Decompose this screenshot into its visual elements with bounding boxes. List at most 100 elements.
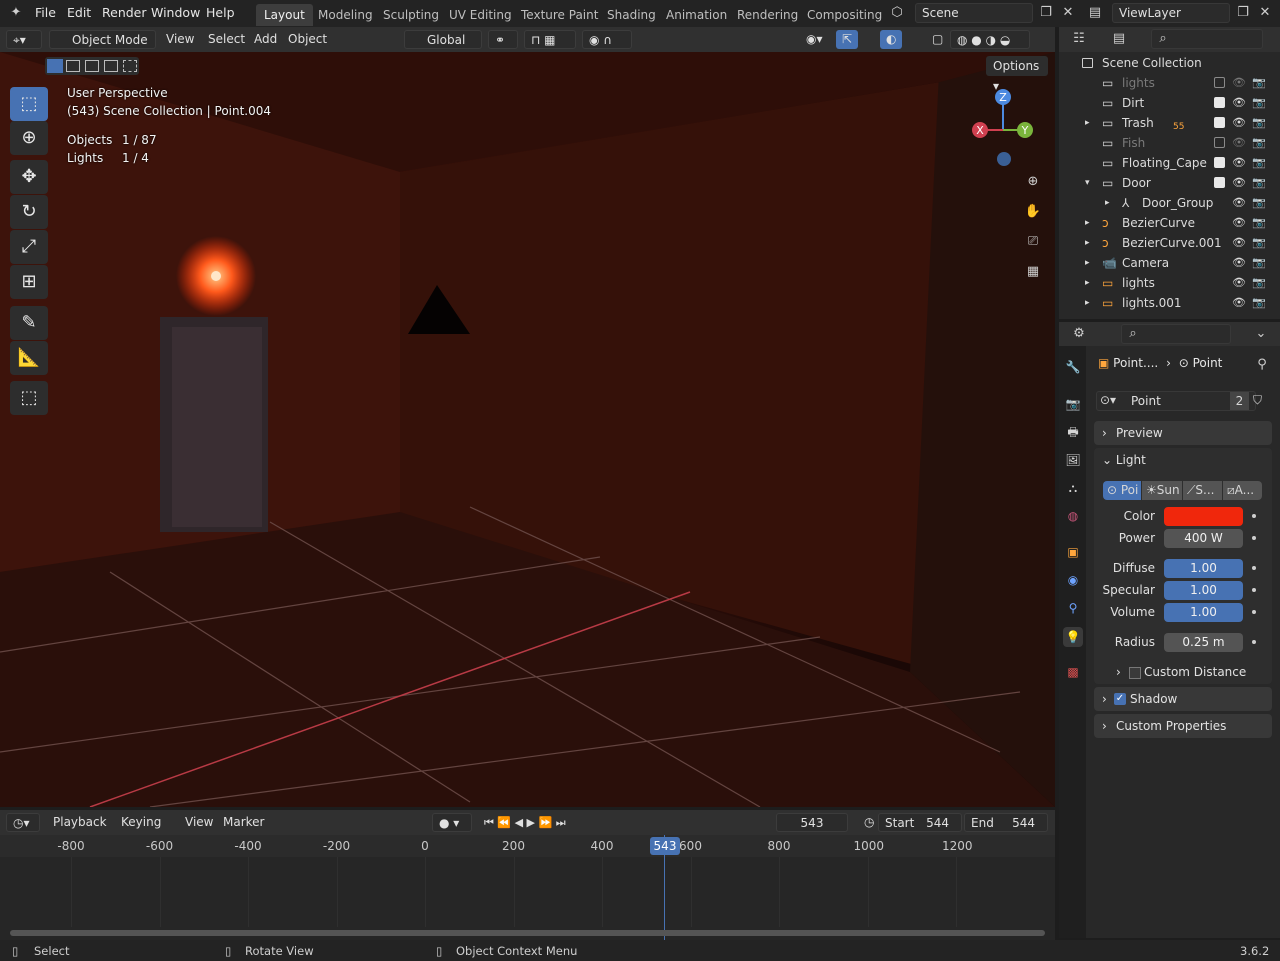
visibility-eye-icon[interactable]: 👁	[1232, 176, 1246, 189]
expand-arrow-icon[interactable]: ▸	[1085, 298, 1090, 308]
exclude-checkbox[interactable]	[1214, 97, 1225, 108]
add-cube-tool-icon[interactable]: ⬚	[10, 381, 48, 415]
menu-select[interactable]: Select	[202, 30, 251, 49]
outliner-row[interactable]: ▭ Floating_Cape 👁 📷	[1059, 153, 1280, 173]
render-camera-icon[interactable]: 📷	[1252, 136, 1266, 149]
xray-icon[interactable]: ▢	[926, 30, 949, 49]
custom-properties-panel[interactable]: › Custom Properties	[1094, 714, 1272, 738]
light-type-spot[interactable]: ⟋S...	[1183, 481, 1222, 500]
end-frame-field[interactable]: End 544	[964, 813, 1048, 832]
expand-arrow-icon[interactable]: ▸	[1085, 218, 1090, 228]
select-extend-icon[interactable]	[66, 60, 80, 72]
new-viewlayer-icon[interactable]: ❐	[1233, 3, 1253, 23]
visibility-icon[interactable]: ◉▾	[800, 30, 829, 49]
view-layer-tab-icon[interactable]: 🖼	[1063, 450, 1083, 470]
custom-distance-checkbox[interactable]	[1129, 667, 1141, 679]
select-invert-icon[interactable]	[104, 60, 118, 72]
gizmo-toggle-icon[interactable]: ⇱	[836, 30, 859, 49]
mode-selector[interactable]: Object Mode	[49, 30, 156, 49]
properties-options-icon[interactable]: ⌄	[1251, 324, 1271, 344]
animate-radius-icon[interactable]	[1252, 640, 1256, 644]
render-camera-icon[interactable]: 📷	[1252, 156, 1266, 169]
scene-selector[interactable]: Scene	[915, 3, 1033, 23]
annotate-tool-icon[interactable]: ✎	[10, 306, 48, 340]
expand-arrow-icon[interactable]: ▸	[1085, 278, 1090, 288]
close-viewlayer-icon[interactable]: ✕	[1255, 3, 1275, 23]
render-camera-icon[interactable]: 📷	[1252, 236, 1266, 249]
shading-modes[interactable]: ◍ ● ◑ ◒	[950, 30, 1030, 49]
select-intersect-icon[interactable]	[123, 60, 137, 72]
tab-texture-paint[interactable]: Texture Paint	[513, 4, 606, 26]
menu-keying[interactable]: Keying	[115, 813, 167, 832]
outliner-row[interactable]: ▸ ↄ BezierCurve.001 👁 📷	[1059, 233, 1280, 253]
select-subtract-icon[interactable]	[85, 60, 99, 72]
menu-help[interactable]: Help	[206, 5, 235, 20]
outliner-row[interactable]: ▭ Fish 👁 📷	[1059, 133, 1280, 153]
tab-modeling[interactable]: Modeling	[310, 4, 381, 26]
playhead-label[interactable]: 543	[650, 837, 680, 855]
transform-orientation[interactable]: Global	[404, 30, 482, 49]
render-camera-icon[interactable]: 📷	[1252, 216, 1266, 229]
playback-controls[interactable]: ⏮ ⏪ ◀ ▶ ⏩ ⏭	[478, 813, 572, 832]
breadcrumb-data[interactable]: Point	[1193, 356, 1223, 370]
tab-rendering[interactable]: Rendering	[729, 4, 806, 26]
pin-icon[interactable]: ⚲	[1252, 355, 1272, 375]
menu-add[interactable]: Add	[248, 30, 283, 49]
scene-icon[interactable]: ⬡	[887, 3, 907, 23]
outliner-row[interactable]: ▸ 📹 Camera 👁 📷	[1059, 253, 1280, 273]
render-camera-icon[interactable]: 📷	[1252, 276, 1266, 289]
fake-user-icon[interactable]: ⛉	[1253, 393, 1262, 408]
radius-field[interactable]: 0.25 m	[1164, 633, 1243, 652]
outliner-root[interactable]: Scene Collection	[1059, 53, 1280, 73]
render-camera-icon[interactable]: 📷	[1252, 116, 1266, 129]
menu-file[interactable]: File	[35, 5, 56, 20]
cursor-tool-icon[interactable]: ⊕	[10, 121, 48, 155]
expand-arrow-icon[interactable]: ▸	[1085, 238, 1090, 248]
camera-view-icon[interactable]: ⎚	[1023, 232, 1043, 252]
tool-tab-icon[interactable]: 🔧	[1063, 357, 1083, 377]
light-panel-header[interactable]: ⌄ Light	[1102, 453, 1146, 467]
editor-type-icon[interactable]: ⌖▾	[6, 30, 42, 49]
visibility-eye-icon[interactable]: 👁	[1232, 216, 1246, 229]
render-camera-icon[interactable]: 📷	[1252, 76, 1266, 89]
outliner-row[interactable]: ▭ lights 👁 📷	[1059, 73, 1280, 93]
menu-render[interactable]: Render	[102, 5, 147, 20]
animate-volume-icon[interactable]	[1252, 610, 1256, 614]
exclude-checkbox[interactable]	[1214, 137, 1225, 148]
blender-logo-icon[interactable]: ✦	[6, 3, 26, 23]
physics-tab-icon[interactable]: ◉	[1063, 570, 1083, 590]
menu-marker[interactable]: Marker	[217, 813, 270, 832]
timeline-scrollbar[interactable]	[10, 930, 1045, 936]
expand-arrow-icon[interactable]: ▸	[1085, 258, 1090, 268]
shadow-panel[interactable]: › ✓ Shadow	[1094, 687, 1272, 711]
diffuse-field[interactable]: 1.00	[1164, 559, 1243, 578]
render-camera-icon[interactable]: 📷	[1252, 296, 1266, 309]
render-camera-icon[interactable]: 📷	[1252, 256, 1266, 269]
exclude-checkbox[interactable]	[1214, 77, 1225, 88]
visibility-eye-icon[interactable]: 👁	[1232, 116, 1246, 129]
specular-field[interactable]: 1.00	[1164, 581, 1243, 600]
visibility-eye-icon[interactable]: 👁	[1232, 76, 1246, 89]
render-camera-icon[interactable]: 📷	[1252, 96, 1266, 109]
breadcrumb-object[interactable]: Point....	[1113, 356, 1158, 370]
render-camera-icon[interactable]: 📷	[1252, 176, 1266, 189]
render-tab-icon[interactable]: 📷	[1063, 394, 1083, 414]
proportional-edit-icon[interactable]: ◉ ∩	[582, 30, 632, 49]
timeline[interactable]: -800 -600 -400 -200 0 200 400 600 800 1000 1200 54…	[0, 835, 1055, 940]
animate-specular-icon[interactable]	[1252, 588, 1256, 592]
constraints-tab-icon[interactable]: ⚲	[1063, 598, 1083, 618]
menu-view[interactable]: View	[179, 813, 219, 832]
autokey-icon[interactable]: ● ▾	[432, 813, 472, 832]
outliner-row[interactable]: ▸ ⅄ Door_Group 👁 📷	[1059, 193, 1280, 213]
tab-shading[interactable]: Shading	[599, 4, 664, 26]
menu-object[interactable]: Object	[282, 30, 333, 49]
render-camera-icon[interactable]: 📷	[1252, 196, 1266, 209]
select-box-tool-icon[interactable]: ⬚	[10, 87, 48, 121]
visibility-eye-icon[interactable]: 👁	[1232, 136, 1246, 149]
new-scene-icon[interactable]: ❐	[1036, 3, 1056, 23]
tab-layout[interactable]: Layout	[256, 4, 313, 26]
texture-tab-icon[interactable]: ▩	[1063, 662, 1083, 682]
light-type-sun[interactable]: ☀Sun	[1142, 481, 1182, 500]
exclude-checkbox[interactable]	[1214, 177, 1225, 188]
shadow-checkbox[interactable]: ✓	[1114, 693, 1126, 705]
